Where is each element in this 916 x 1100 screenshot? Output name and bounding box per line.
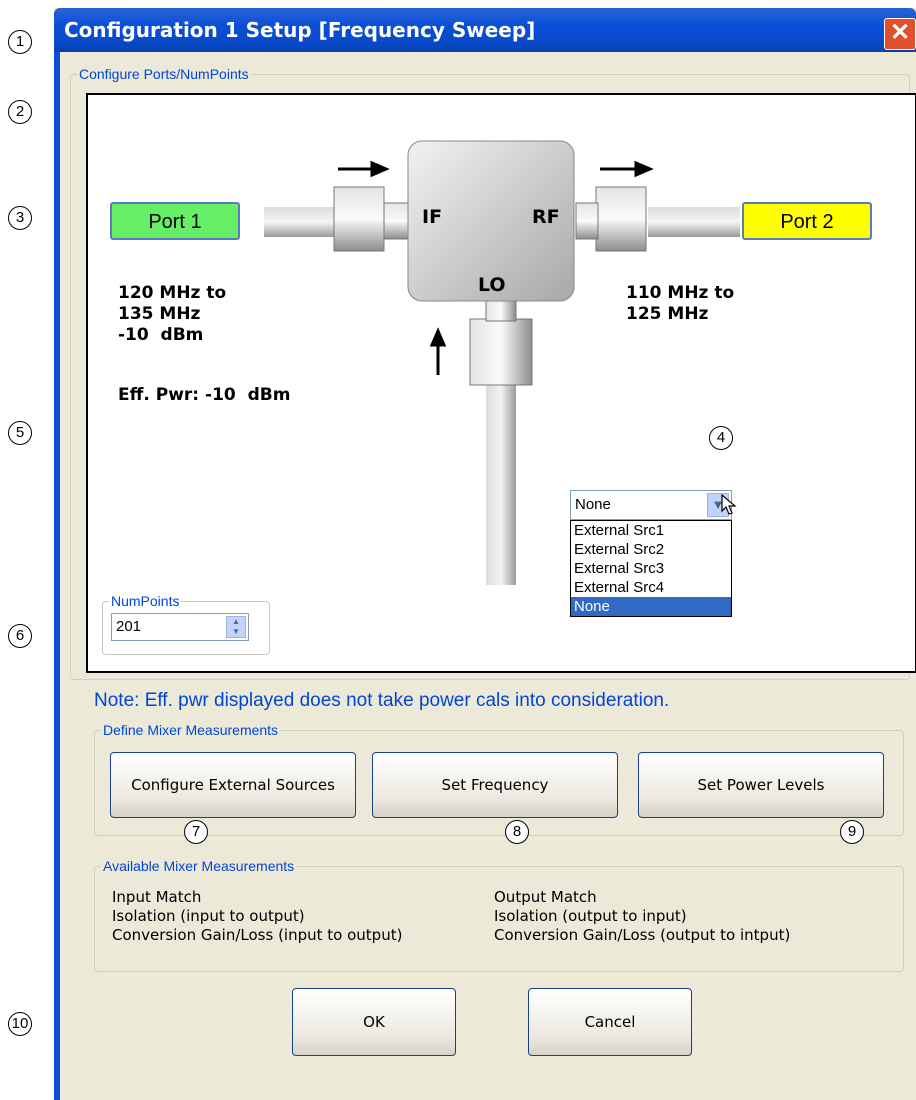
config-dialog: Configuration 1 Setup [Frequency Sweep] …	[54, 8, 916, 1100]
callout-5: 5	[8, 421, 32, 445]
callout-2: 2	[8, 100, 32, 124]
measurement-input-match: Input Match	[112, 888, 202, 906]
port1-effective-power: Eff. Pwr: -10 dBm	[118, 385, 291, 405]
mouse-cursor-icon	[721, 493, 737, 515]
ports-group-legend: Configure Ports/NumPoints	[79, 66, 249, 82]
if-label: IF	[422, 206, 443, 228]
callout-10: 10	[8, 1012, 32, 1036]
lo-source-options: External Src1 External Src2 External Src…	[570, 520, 732, 617]
power-cal-note: Note: Eff. pwr displayed does not take p…	[94, 690, 670, 711]
rf-connector-neck	[575, 202, 599, 240]
define-measurements-legend: Define Mixer Measurements	[103, 722, 279, 738]
callout-9: 9	[840, 820, 864, 844]
lo-arrow-icon	[429, 327, 447, 375]
available-left-list: Input Match Isolation (input to output) …	[112, 888, 402, 945]
measurement-output-match: Output Match	[494, 888, 597, 906]
ok-button[interactable]: OK	[292, 988, 456, 1056]
measurement-isolation-out-in: Isolation (output to input)	[494, 907, 687, 925]
lo-source-selected: None	[575, 496, 611, 513]
measurement-conversion-in-out: Conversion Gain/Loss (input to output)	[112, 926, 403, 944]
cancel-button[interactable]: Cancel	[528, 988, 692, 1056]
set-frequency-button[interactable]: Set Frequency	[372, 752, 618, 818]
rf-cable	[648, 207, 740, 237]
rf-label: RF	[532, 206, 560, 228]
option-external-src4[interactable]: External Src4	[571, 578, 731, 597]
mixer-diagram: IF RF LO Port 1 Port 2 120 MHz to 135 MH…	[86, 93, 916, 673]
dialog-title: Configuration 1 Setup [Frequency Sweep]	[64, 18, 536, 42]
if-connector	[333, 186, 385, 252]
callout-3: 3	[8, 206, 32, 230]
port1-button[interactable]: Port 1	[110, 202, 240, 240]
numpoints-legend: NumPoints	[111, 593, 180, 609]
available-right-list: Output Match Isolation (output to input)…	[494, 888, 790, 945]
if-connector-neck	[383, 202, 409, 240]
close-icon[interactable]: ✕	[884, 18, 916, 50]
numpoints-spinner[interactable]: 201 ▲ ▼	[111, 613, 249, 641]
callout-7: 7	[184, 820, 208, 844]
port2-button[interactable]: Port 2	[742, 202, 872, 240]
spinner-arrows-icon[interactable]: ▲ ▼	[226, 616, 246, 638]
measurement-conversion-out-in: Conversion Gain/Loss (output to intput)	[494, 926, 791, 944]
lo-label: LO	[478, 274, 506, 296]
rf-arrow-icon	[600, 160, 654, 178]
mixer-graphic	[264, 140, 740, 585]
title-bar: Configuration 1 Setup [Frequency Sweep] …	[54, 8, 916, 52]
lo-cable	[486, 385, 516, 585]
measurement-isolation-in-out: Isolation (input to output)	[112, 907, 305, 925]
set-power-levels-button[interactable]: Set Power Levels	[638, 752, 884, 818]
callout-8: 8	[505, 820, 529, 844]
port2-frequency-info: 110 MHz to 125 MHz	[626, 283, 735, 324]
available-measurements-legend: Available Mixer Measurements	[103, 858, 295, 874]
configure-external-sources-button[interactable]: Configure External Sources	[110, 752, 356, 818]
callout-4: 4	[709, 426, 733, 450]
lo-connector	[469, 318, 533, 386]
option-external-src2[interactable]: External Src2	[571, 540, 731, 559]
option-external-src3[interactable]: External Src3	[571, 559, 731, 578]
numpoints-value: 201	[116, 618, 142, 635]
option-external-src1[interactable]: External Src1	[571, 521, 731, 540]
callout-6: 6	[8, 624, 32, 648]
port1-frequency-info: 120 MHz to 135 MHz -10 dBm	[118, 283, 227, 345]
rf-connector	[595, 186, 647, 252]
lo-source-dropdown[interactable]: None ▼	[570, 490, 732, 520]
option-none[interactable]: None	[571, 597, 731, 616]
if-arrow-icon	[338, 160, 390, 178]
window-left-border	[54, 52, 60, 1100]
callout-1: 1	[8, 30, 32, 54]
